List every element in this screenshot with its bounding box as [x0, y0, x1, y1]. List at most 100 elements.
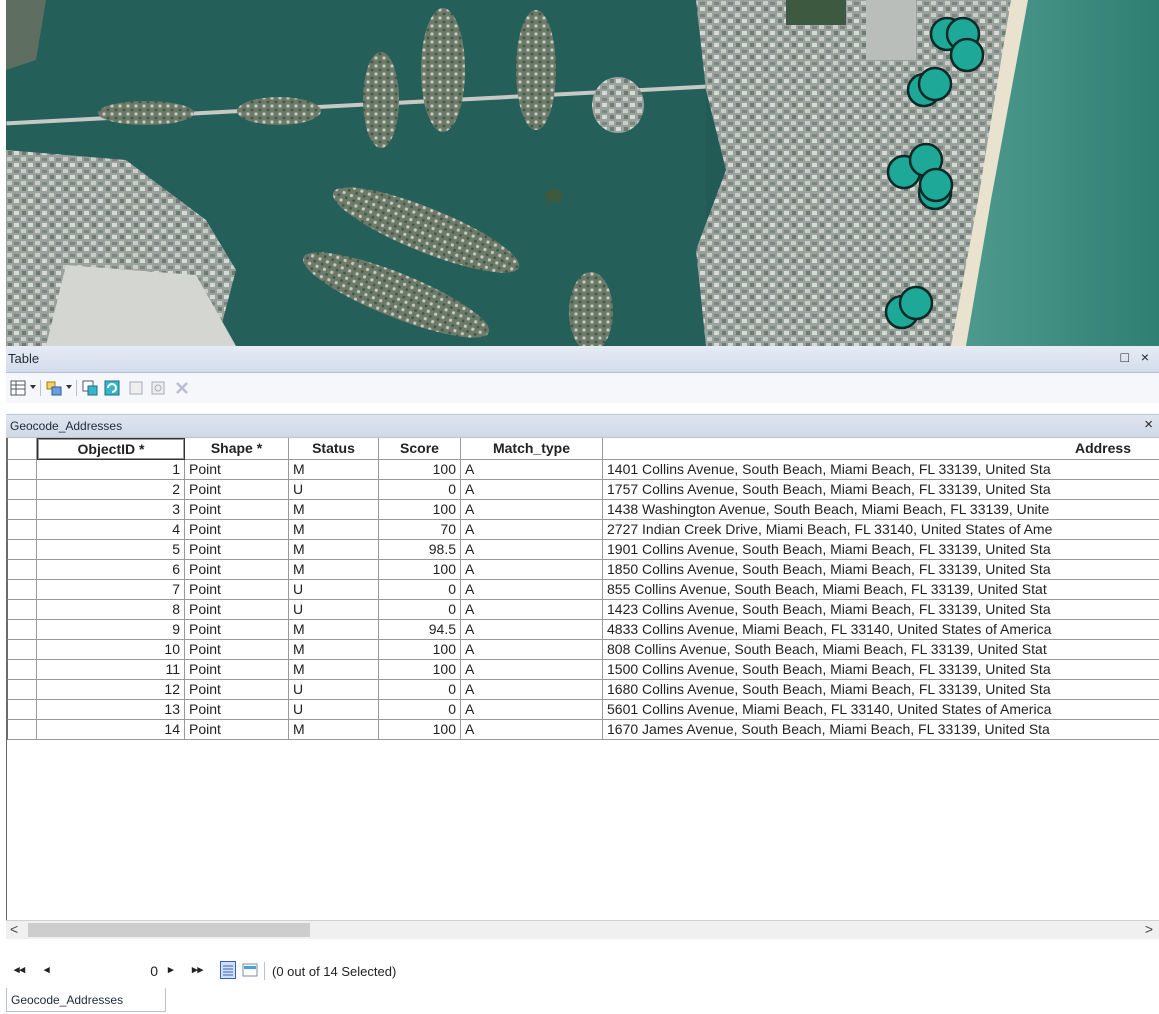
table-row[interactable]: 8 Point U 0 A 1423 Collins Avenue, South Beac…	[7, 600, 1159, 620]
column-header-status[interactable]: Status	[289, 438, 379, 460]
cell-shape[interactable]: Point	[185, 600, 289, 620]
cell-status[interactable]: U	[289, 480, 379, 500]
cell-score[interactable]: 94.5	[379, 620, 461, 640]
cell-shape[interactable]: Point	[185, 500, 289, 520]
cell-shape[interactable]: Point	[185, 620, 289, 640]
cell-objectid[interactable]: 4	[37, 520, 185, 540]
map-view[interactable]	[6, 0, 1159, 346]
cell-match-type[interactable]: A	[461, 480, 603, 500]
table-row[interactable]: 9 Point M 94.5 A 4833 Collins Avenue, Miami B…	[7, 620, 1159, 640]
row-selector[interactable]	[7, 600, 37, 620]
cell-match-type[interactable]: A	[461, 660, 603, 680]
cell-address[interactable]: 1438 Washington Avenue, South Beach, Mia…	[603, 500, 1159, 520]
cell-shape[interactable]: Point	[185, 580, 289, 600]
first-record-button[interactable]: ◂◂	[14, 963, 25, 976]
next-record-button[interactable]: ▸	[168, 963, 174, 976]
row-selector[interactable]	[7, 560, 37, 580]
cell-address[interactable]: 1757 Collins Avenue, South Beach, Miami …	[603, 480, 1159, 500]
scroll-right-icon[interactable]: >	[1145, 921, 1153, 937]
delete-selected-icon[interactable]	[174, 380, 190, 396]
cell-shape[interactable]: Point	[185, 660, 289, 680]
cell-shape[interactable]: Point	[185, 700, 289, 720]
cell-objectid[interactable]: 14	[37, 720, 185, 740]
cell-score[interactable]: 0	[379, 700, 461, 720]
zoom-to-selected-icon[interactable]	[150, 380, 166, 396]
cell-status[interactable]: U	[289, 700, 379, 720]
table-row[interactable]: 3 Point M 100 A 1438 Washington Avenue, South…	[7, 500, 1159, 520]
cell-status[interactable]: M	[289, 460, 379, 480]
current-record-field[interactable]: 0	[76, 961, 158, 981]
cell-address[interactable]: 1850 Collins Avenue, South Beach, Miami …	[603, 560, 1159, 580]
cell-address[interactable]: 1401 Collins Avenue, South Beach, Miami …	[603, 460, 1159, 480]
cell-objectid[interactable]: 9	[37, 620, 185, 640]
column-header-objectid[interactable]: ObjectID *	[37, 438, 185, 460]
cell-score[interactable]: 100	[379, 660, 461, 680]
cell-objectid[interactable]: 1	[37, 460, 185, 480]
related-tables-icon[interactable]	[46, 380, 62, 396]
cell-score[interactable]: 100	[379, 500, 461, 520]
row-selector-header[interactable]	[7, 438, 37, 460]
cell-objectid[interactable]: 6	[37, 560, 185, 580]
row-selector[interactable]	[7, 660, 37, 680]
row-selector[interactable]	[7, 460, 37, 480]
cell-address[interactable]: 5601 Collins Avenue, Miami Beach, FL 331…	[603, 700, 1159, 720]
table-row[interactable]: 13 Point U 0 A 5601 Collins Avenue, Miami Bea…	[7, 700, 1159, 720]
cell-status[interactable]: U	[289, 580, 379, 600]
row-selector[interactable]	[7, 500, 37, 520]
cell-address[interactable]: 855 Collins Avenue, South Beach, Miami B…	[603, 580, 1159, 600]
cell-status[interactable]: M	[289, 620, 379, 640]
cell-shape[interactable]: Point	[185, 520, 289, 540]
cell-objectid[interactable]: 2	[37, 480, 185, 500]
last-record-button[interactable]: ▸▸	[192, 963, 203, 976]
cell-match-type[interactable]: A	[461, 620, 603, 640]
column-header-shape[interactable]: Shape *	[185, 438, 289, 460]
cell-score[interactable]: 100	[379, 640, 461, 660]
cell-score[interactable]: 0	[379, 480, 461, 500]
cell-address[interactable]: 1500 Collins Avenue, South Beach, Miami …	[603, 660, 1159, 680]
table-row[interactable]: 14 Point M 100 A 1670 James Avenue, South Bea…	[7, 720, 1159, 740]
cell-match-type[interactable]: A	[461, 540, 603, 560]
clear-selection-icon[interactable]	[128, 380, 144, 396]
map-point[interactable]	[917, 66, 953, 102]
cell-objectid[interactable]: 5	[37, 540, 185, 560]
table-row[interactable]: 7 Point U 0 A 855 Collins Avenue, South Beach…	[7, 580, 1159, 600]
cell-status[interactable]: M	[289, 720, 379, 740]
cell-score[interactable]: 100	[379, 720, 461, 740]
cell-shape[interactable]: Point	[185, 560, 289, 580]
cell-status[interactable]: M	[289, 500, 379, 520]
show-selected-records-icon[interactable]	[242, 961, 258, 979]
row-selector[interactable]	[7, 480, 37, 500]
table-row[interactable]: 6 Point M 100 A 1850 Collins Avenue, South Be…	[7, 560, 1159, 580]
cell-objectid[interactable]: 13	[37, 700, 185, 720]
cell-objectid[interactable]: 10	[37, 640, 185, 660]
cell-match-type[interactable]: A	[461, 600, 603, 620]
select-by-attributes-icon[interactable]	[82, 380, 98, 396]
column-header-score[interactable]: Score	[379, 438, 461, 460]
cell-match-type[interactable]: A	[461, 560, 603, 580]
table-row[interactable]: 10 Point M 100 A 808 Collins Avenue, South Be…	[7, 640, 1159, 660]
chevron-down-icon[interactable]	[30, 385, 36, 389]
row-selector[interactable]	[7, 520, 37, 540]
scroll-left-icon[interactable]: <	[10, 921, 18, 937]
cell-shape[interactable]: Point	[185, 680, 289, 700]
row-selector[interactable]	[7, 680, 37, 700]
cell-status[interactable]: M	[289, 640, 379, 660]
map-point[interactable]	[949, 37, 985, 73]
cell-score[interactable]: 100	[379, 460, 461, 480]
cell-score[interactable]: 70	[379, 520, 461, 540]
column-header-match-type[interactable]: Match_type	[461, 438, 603, 460]
cell-shape[interactable]: Point	[185, 480, 289, 500]
column-header-address[interactable]: Address	[603, 438, 1159, 460]
table-row[interactable]: 2 Point U 0 A 1757 Collins Avenue, South Beac…	[7, 480, 1159, 500]
table-row[interactable]: 4 Point M 70 A 2727 Indian Creek Drive, Miami…	[7, 520, 1159, 540]
cell-score[interactable]: 98.5	[379, 540, 461, 560]
show-all-records-icon[interactable]	[220, 961, 236, 979]
cell-status[interactable]: M	[289, 520, 379, 540]
cell-match-type[interactable]: A	[461, 680, 603, 700]
cell-match-type[interactable]: A	[461, 640, 603, 660]
table-row[interactable]: 11 Point M 100 A 1500 Collins Avenue, South B…	[7, 660, 1159, 680]
table-row[interactable]: 12 Point U 0 A 1680 Collins Avenue, South Bea…	[7, 680, 1159, 700]
cell-match-type[interactable]: A	[461, 700, 603, 720]
window-controls[interactable]: □ ×	[1120, 349, 1153, 365]
row-selector[interactable]	[7, 540, 37, 560]
